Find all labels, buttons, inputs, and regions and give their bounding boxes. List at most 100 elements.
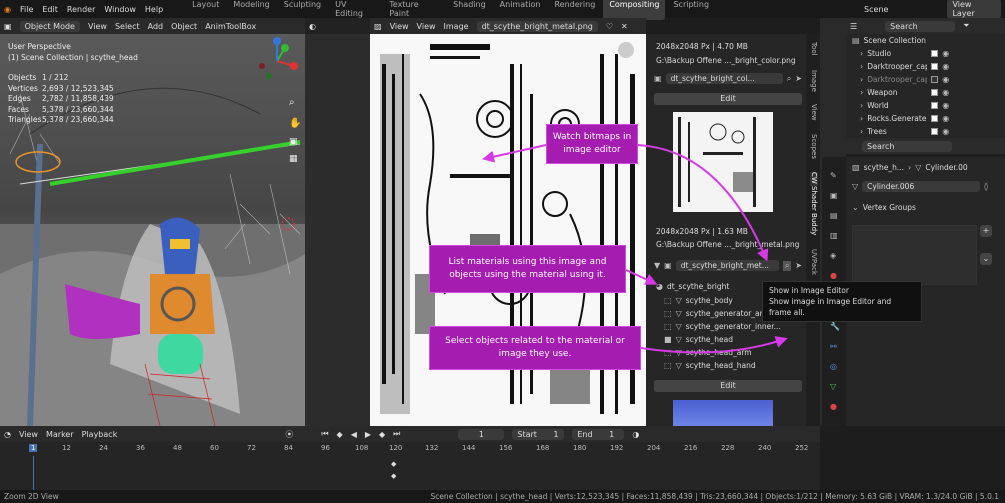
image1-name[interactable]: dt_scythe_bright_col... [665, 73, 783, 84]
menu-marker[interactable]: Marker [46, 430, 74, 439]
menu-animtoolbox[interactable]: AnimToolBox [205, 22, 256, 31]
image2-name[interactable]: dt_scythe_bright_met... [675, 260, 779, 271]
data-icon[interactable]: ▽ [830, 382, 836, 391]
view-layer-name[interactable]: View Layer [947, 0, 1001, 19]
menu-file[interactable]: File [20, 5, 33, 14]
image-editor-type-icon[interactable]: ▨ [374, 22, 382, 31]
menu-object[interactable]: Object [171, 22, 197, 31]
tab-rendering[interactable]: Rendering [548, 0, 601, 20]
tab-sculpting[interactable]: Sculpting [278, 0, 327, 20]
outliner-search[interactable]: Search [885, 20, 956, 32]
eye-icon[interactable]: ◉ [942, 75, 949, 84]
menu-edit[interactable]: Edit [42, 5, 58, 14]
vertex-groups-panel-header[interactable]: ⌄ Vertex Groups [846, 201, 1005, 214]
scene-icon[interactable]: ◈ [830, 251, 836, 260]
3d-viewport[interactable]: User Perspective (1) Scene Collection | … [0, 34, 305, 426]
expand-arrow-icon[interactable]: › [860, 75, 863, 84]
expand-arrow-icon[interactable]: ▼ [654, 261, 660, 270]
close-icon[interactable]: ✕ [621, 22, 628, 31]
play-reverse-icon[interactable]: ◀ [351, 430, 357, 439]
expand-arrow-icon[interactable]: › [860, 49, 863, 58]
select-icon[interactable]: ➤ [795, 74, 802, 83]
tab-layout[interactable]: Layout [186, 0, 225, 20]
blender-logo-icon[interactable]: ◉ [4, 5, 11, 14]
outliner-item[interactable]: › Weapon ◉ [846, 86, 1005, 99]
expand-arrow-icon[interactable]: › [860, 101, 863, 110]
start-frame-field[interactable]: Start 1 [512, 428, 565, 440]
navigation-gizmo[interactable] [252, 36, 302, 86]
select-icon[interactable]: ➤ [795, 261, 802, 270]
expand-arrow-icon[interactable]: › [860, 88, 863, 97]
eye-icon[interactable]: ◉ [942, 114, 949, 123]
outliner-item[interactable]: › Rocks.Generate ◉ [846, 112, 1005, 125]
tab-modeling[interactable]: Modeling [227, 0, 275, 20]
tab-view[interactable]: View [810, 104, 818, 121]
editor-type-icon[interactable]: ▣ [4, 22, 12, 31]
outliner-item[interactable]: › World ◉ [846, 99, 1005, 112]
menu-render[interactable]: Render [67, 5, 95, 14]
tab-animation[interactable]: Animation [494, 0, 547, 20]
jump-start-icon[interactable]: ⏮ [321, 429, 328, 439]
include-checkbox[interactable] [931, 102, 939, 109]
output-icon[interactable]: ▤ [830, 211, 838, 220]
menu-view[interactable]: View [88, 22, 107, 31]
outliner-root[interactable]: ▤ Scene Collection [846, 34, 1005, 47]
list-item[interactable]: ⬚ ▽ scythe_head_arm [664, 346, 794, 359]
modifier-icon[interactable]: 🔧 [830, 322, 840, 331]
jump-end-icon[interactable]: ⏭ [393, 429, 400, 439]
next-key-icon[interactable]: ◆ [379, 430, 385, 439]
grid-view-icon[interactable]: ▦ [289, 154, 298, 164]
tab-compositing[interactable]: Compositing [603, 0, 666, 20]
physics-icon[interactable]: ◎ [830, 362, 837, 371]
list-item[interactable]: ■ ▽ scythe_head [664, 333, 794, 346]
timeline-type-icon[interactable]: ◔ [4, 430, 11, 439]
include-checkbox[interactable] [931, 50, 939, 57]
mesh-name-field[interactable]: Cylinder.006 [862, 181, 981, 192]
properties-search[interactable]: Search [862, 140, 952, 152]
expand-arrow-icon[interactable]: › [860, 127, 863, 136]
menu-playback[interactable]: Playback [82, 430, 118, 439]
outliner-type-icon[interactable]: ☰ [850, 22, 857, 31]
eye-icon[interactable]: ◉ [942, 101, 949, 110]
eye-icon[interactable]: ◉ [942, 88, 949, 97]
tab-uvpack[interactable]: UVPack [810, 249, 818, 275]
material-row[interactable]: ◕ dt_scythe_bright [656, 280, 729, 293]
eye-icon[interactable]: ◉ [942, 127, 949, 136]
tab-tool[interactable]: Tool [810, 42, 818, 56]
constraint-icon[interactable]: ⚯ [830, 342, 837, 351]
menu-window[interactable]: Window [104, 5, 136, 14]
image1-edit-button[interactable]: Edit [654, 93, 802, 105]
menu-view-2[interactable]: View [417, 22, 436, 31]
expand-arrow-icon[interactable]: › [860, 114, 863, 123]
menu-select[interactable]: Select [115, 22, 140, 31]
list-item[interactable]: ⬚ ▽ scythe_head_hand [664, 359, 794, 372]
vertex-group-list[interactable] [852, 225, 977, 285]
keying-icon[interactable]: ⦿ [285, 429, 293, 440]
image-name-field[interactable]: dt_scythe_bright_metal.png [476, 20, 598, 32]
view-layer-icon[interactable]: ▥ [830, 231, 838, 240]
prev-key-icon[interactable]: ◆ [337, 430, 343, 439]
mode-select[interactable]: Object Mode [19, 20, 80, 32]
image-nav-button[interactable] [618, 42, 634, 58]
current-frame-field[interactable]: 1 [458, 428, 505, 440]
tab-shading[interactable]: Shading [447, 0, 492, 20]
tab-scripting[interactable]: Scripting [667, 0, 715, 20]
overlay-icon[interactable]: ◐ [309, 22, 316, 31]
include-checkbox[interactable] [931, 128, 939, 135]
tab-scopes[interactable]: Scopes [810, 134, 818, 159]
show-in-editor-icon[interactable]: ⌕ [787, 74, 791, 84]
include-checkbox[interactable] [931, 76, 939, 83]
pan-hand-icon[interactable]: ✋ [289, 118, 301, 129]
camera-icon[interactable]: ◑ [632, 430, 639, 439]
menu-add[interactable]: Add [148, 22, 164, 31]
outliner-item[interactable]: › Trees ◉ [846, 125, 1005, 138]
eye-icon[interactable]: ◉ [942, 62, 949, 71]
image2-edit-button[interactable]: Edit [654, 380, 802, 392]
tool-icon[interactable]: ✎ [830, 171, 837, 180]
timeline-area[interactable]: 1 12 24 36 48 60 72 84 96 108 120 132 14… [0, 442, 820, 490]
scene-name[interactable]: Scene [864, 5, 888, 14]
menu-view[interactable]: View [390, 22, 409, 31]
menu-image[interactable]: Image [444, 22, 469, 31]
filter-icon[interactable]: ⏷ [963, 21, 969, 31]
keyframe-icon[interactable]: ◆ [391, 472, 396, 480]
